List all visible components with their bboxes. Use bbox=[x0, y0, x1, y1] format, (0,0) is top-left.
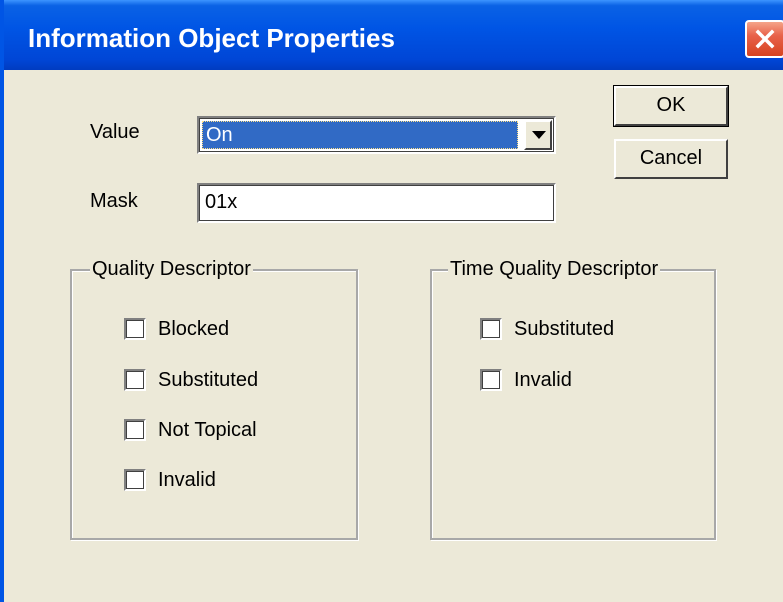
time-quality-descriptor-group: Time Quality Descriptor Substituted Inva… bbox=[430, 257, 716, 540]
value-dropdown[interactable]: On bbox=[197, 116, 556, 154]
checkbox-box[interactable] bbox=[124, 318, 146, 340]
window-title: Information Object Properties bbox=[28, 23, 395, 53]
value-label: Value bbox=[90, 121, 140, 143]
checkbox-label: Substituted bbox=[158, 369, 259, 391]
mask-label: Mask bbox=[90, 190, 138, 212]
checkbox-label: Invalid bbox=[158, 469, 216, 491]
checkbox-box[interactable] bbox=[124, 369, 146, 391]
ok-button[interactable]: OK bbox=[613, 85, 729, 127]
mask-input[interactable]: 01x bbox=[197, 183, 556, 223]
close-icon bbox=[755, 29, 775, 49]
title-bar[interactable]: Information Object Properties bbox=[4, 0, 783, 70]
value-selected: On bbox=[202, 121, 518, 149]
checkbox-box[interactable] bbox=[480, 369, 502, 391]
checkbox-box[interactable] bbox=[480, 318, 502, 340]
checkbox-box[interactable] bbox=[124, 469, 146, 491]
dropdown-button[interactable] bbox=[524, 120, 552, 150]
chevron-down-icon bbox=[532, 131, 546, 139]
time-quality-descriptor-title: Time Quality Descriptor bbox=[448, 257, 661, 281]
checkbox-label: Invalid bbox=[514, 369, 572, 391]
checkbox-label: Not Topical bbox=[158, 419, 257, 441]
quality-descriptor-group: Quality Descriptor Blocked Substituted N… bbox=[70, 257, 358, 540]
dialog-window: Information Object Properties Value On M… bbox=[0, 0, 783, 602]
quality-descriptor-title: Quality Descriptor bbox=[90, 257, 253, 281]
checkbox-box[interactable] bbox=[124, 419, 146, 441]
close-button[interactable] bbox=[745, 20, 783, 58]
checkbox-label: Substituted bbox=[514, 318, 615, 340]
cancel-button[interactable]: Cancel bbox=[614, 139, 728, 179]
checkbox-label: Blocked bbox=[158, 318, 230, 340]
